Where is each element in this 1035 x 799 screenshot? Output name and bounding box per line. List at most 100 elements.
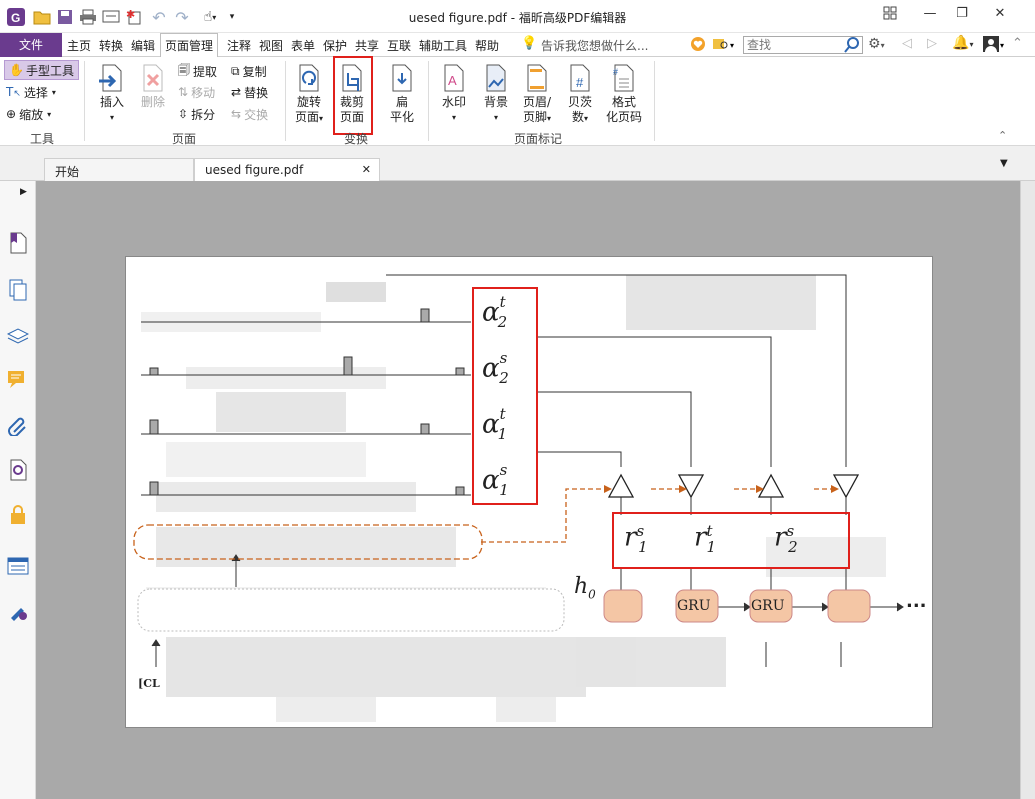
svg-text:#: # bbox=[613, 67, 618, 77]
collapse-ribbon-caret-icon[interactable]: ⌃ bbox=[998, 129, 1007, 142]
extract-icon: 🗐 bbox=[178, 62, 190, 77]
bates-number-button[interactable]: # 贝茨 数▾ bbox=[563, 63, 597, 126]
copy-icon: ⧉ bbox=[231, 63, 240, 78]
separator bbox=[84, 61, 85, 141]
minimize-button[interactable]: — bbox=[918, 6, 942, 26]
group-label-transform: 变换 bbox=[344, 132, 369, 146]
tab-list-dropdown-icon[interactable]: ▼ bbox=[1000, 158, 1008, 169]
layers-icon[interactable] bbox=[6, 324, 30, 348]
ellipsis-label: ... bbox=[906, 591, 927, 612]
gate-triangles bbox=[607, 473, 860, 499]
search-icon[interactable] bbox=[844, 37, 860, 56]
left-navigation-panel: ▶ bbox=[0, 181, 41, 799]
title-bar: G ✱ ↶ ↷ ☝ ▾ ▾ uesed figure.pdf - 福昕高级PDF编… bbox=[0, 0, 1035, 33]
menu-bar: 文件 主页 转换 编辑 页面管理 注释 视图 表单 保护 共享 互联 辅助工具 … bbox=[0, 33, 1035, 58]
separator bbox=[654, 61, 655, 141]
select-cursor-icon: T↖ bbox=[6, 85, 21, 99]
menu-convert[interactable]: 转换 bbox=[99, 37, 123, 54]
group-label-tools: 工具 bbox=[30, 132, 55, 146]
user-avatar-icon[interactable]: ▾ bbox=[983, 36, 1005, 55]
format-page-number-icon: # bbox=[613, 64, 634, 92]
r-highlight-box bbox=[612, 512, 850, 569]
menu-view[interactable]: 视图 bbox=[259, 37, 283, 54]
settings-gear-icon[interactable]: ⚙▾ bbox=[868, 36, 885, 52]
move-page-button[interactable]: ⇅ 移动 bbox=[178, 82, 215, 102]
restore-button[interactable]: ❐ bbox=[950, 6, 974, 26]
rotate-page-icon bbox=[299, 64, 319, 92]
file-menu[interactable]: 文件 bbox=[0, 33, 62, 57]
menu-home[interactable]: 主页 bbox=[67, 37, 91, 54]
layout-grid-icon[interactable] bbox=[878, 6, 902, 26]
menu-help[interactable]: 帮助 bbox=[475, 37, 499, 54]
menu-form[interactable]: 表单 bbox=[291, 37, 315, 54]
expand-panel-icon[interactable]: ▶ bbox=[20, 187, 27, 197]
document-canvas[interactable]: αt2 αs2 αt1 αs1 rs1 rt1 rs2 GRU GRU h0 .… bbox=[36, 181, 1020, 799]
select-tool-button[interactable]: T↖ 选择 ▾ bbox=[6, 82, 56, 102]
extract-page-button[interactable]: 🗐 提取 bbox=[178, 61, 217, 81]
collapse-ribbon-icon[interactable]: ⌃ bbox=[1012, 36, 1023, 51]
menu-page-management[interactable]: 页面管理 bbox=[160, 33, 219, 58]
hand-icon: ✋ bbox=[9, 63, 24, 77]
svg-text:A: A bbox=[448, 73, 457, 88]
delete-page-icon bbox=[143, 64, 163, 92]
insert-page-button[interactable]: 插入 ▾ bbox=[94, 63, 130, 125]
split-icon: ⇳ bbox=[178, 107, 189, 121]
zoom-magnifier-icon: ⊕ bbox=[6, 107, 17, 121]
signatures-icon[interactable] bbox=[6, 458, 30, 482]
separator bbox=[428, 61, 429, 141]
flatten-button[interactable]: 扁 平化 bbox=[386, 63, 418, 125]
hand-tool-button[interactable]: ✋ 手型工具 bbox=[4, 60, 79, 80]
notification-bell-icon[interactable]: 🔔▾ bbox=[952, 35, 973, 51]
swap-page-button[interactable]: ⇆ 交换 bbox=[231, 104, 268, 124]
search-input[interactable] bbox=[744, 37, 840, 53]
search-field[interactable] bbox=[743, 36, 863, 54]
pages-thumbnail-icon[interactable] bbox=[6, 278, 30, 302]
menu-share[interactable]: 共享 bbox=[355, 37, 379, 54]
comments-icon[interactable] bbox=[6, 367, 30, 391]
svg-text:▾: ▾ bbox=[730, 41, 734, 50]
attachments-paperclip-icon[interactable] bbox=[6, 413, 30, 437]
menu-edit[interactable]: 编辑 bbox=[131, 37, 155, 54]
nav-next-icon[interactable]: ▷ bbox=[927, 36, 937, 51]
group-label-page: 页面 bbox=[172, 132, 197, 146]
separator bbox=[285, 61, 286, 141]
tab-start[interactable]: 开始 bbox=[44, 158, 194, 182]
rotate-page-button[interactable]: 旋转 页面▾ bbox=[292, 63, 326, 126]
watermark-button[interactable]: A 水印 ▾ bbox=[438, 63, 470, 125]
format-page-number-button[interactable]: # 格式 化页码 bbox=[603, 63, 645, 125]
split-page-button[interactable]: ⇳ 拆分 bbox=[178, 104, 215, 124]
header-footer-button[interactable]: 页眉/ 页脚▾ bbox=[519, 63, 555, 126]
menu-comment[interactable]: 注释 bbox=[227, 37, 251, 54]
flatten-icon bbox=[392, 64, 412, 92]
security-lock-icon[interactable] bbox=[6, 503, 30, 527]
bookmarks-icon[interactable] bbox=[6, 231, 30, 255]
copy-page-button[interactable]: ⧉ 复制 bbox=[231, 61, 267, 81]
header-footer-icon bbox=[527, 64, 547, 92]
close-tab-icon[interactable]: ✕ bbox=[362, 163, 371, 176]
background-icon bbox=[486, 64, 506, 92]
content-list-icon[interactable] bbox=[6, 554, 30, 578]
tell-me-field[interactable]: 告诉我您想做什么... bbox=[541, 37, 648, 54]
search-options-icon[interactable]: ▾ bbox=[712, 36, 738, 55]
ribbon: ✋ 手型工具 T↖ 选择 ▾ ⊕ 缩放 ▾ 工具 插入 ▾ 删除 🗐 提取 ⇅ 移动 ⇳… bbox=[0, 56, 1035, 146]
certificate-icon[interactable] bbox=[6, 599, 30, 623]
heart-icon[interactable] bbox=[690, 36, 706, 55]
svg-text:▾: ▾ bbox=[1000, 41, 1004, 50]
pdf-page: αt2 αs2 αt1 αs1 rs1 rt1 rs2 GRU GRU h0 .… bbox=[125, 256, 933, 728]
menu-accessibility[interactable]: 辅助工具 bbox=[419, 37, 467, 54]
tab-document[interactable]: uesed figure.pdf ✕ bbox=[194, 158, 380, 182]
delete-page-button[interactable]: 删除 bbox=[136, 63, 170, 110]
bates-number-icon: # bbox=[570, 64, 590, 92]
menu-protect[interactable]: 保护 bbox=[323, 37, 347, 54]
alpha-highlight-box bbox=[472, 287, 538, 505]
move-icon: ⇅ bbox=[178, 85, 189, 99]
lightbulb-icon: 💡 bbox=[521, 36, 538, 51]
nav-prev-icon[interactable]: ◁ bbox=[902, 36, 912, 51]
menu-connect[interactable]: 互联 bbox=[387, 37, 411, 54]
vertical-scrollbar[interactable] bbox=[1020, 181, 1035, 799]
svg-text:#: # bbox=[576, 75, 584, 90]
replace-page-button[interactable]: ⇄ 替换 bbox=[231, 82, 268, 102]
background-button[interactable]: 背景 ▾ bbox=[479, 63, 513, 125]
close-button[interactable]: ✕ bbox=[988, 6, 1012, 26]
zoom-tool-button[interactable]: ⊕ 缩放 ▾ bbox=[6, 104, 51, 124]
